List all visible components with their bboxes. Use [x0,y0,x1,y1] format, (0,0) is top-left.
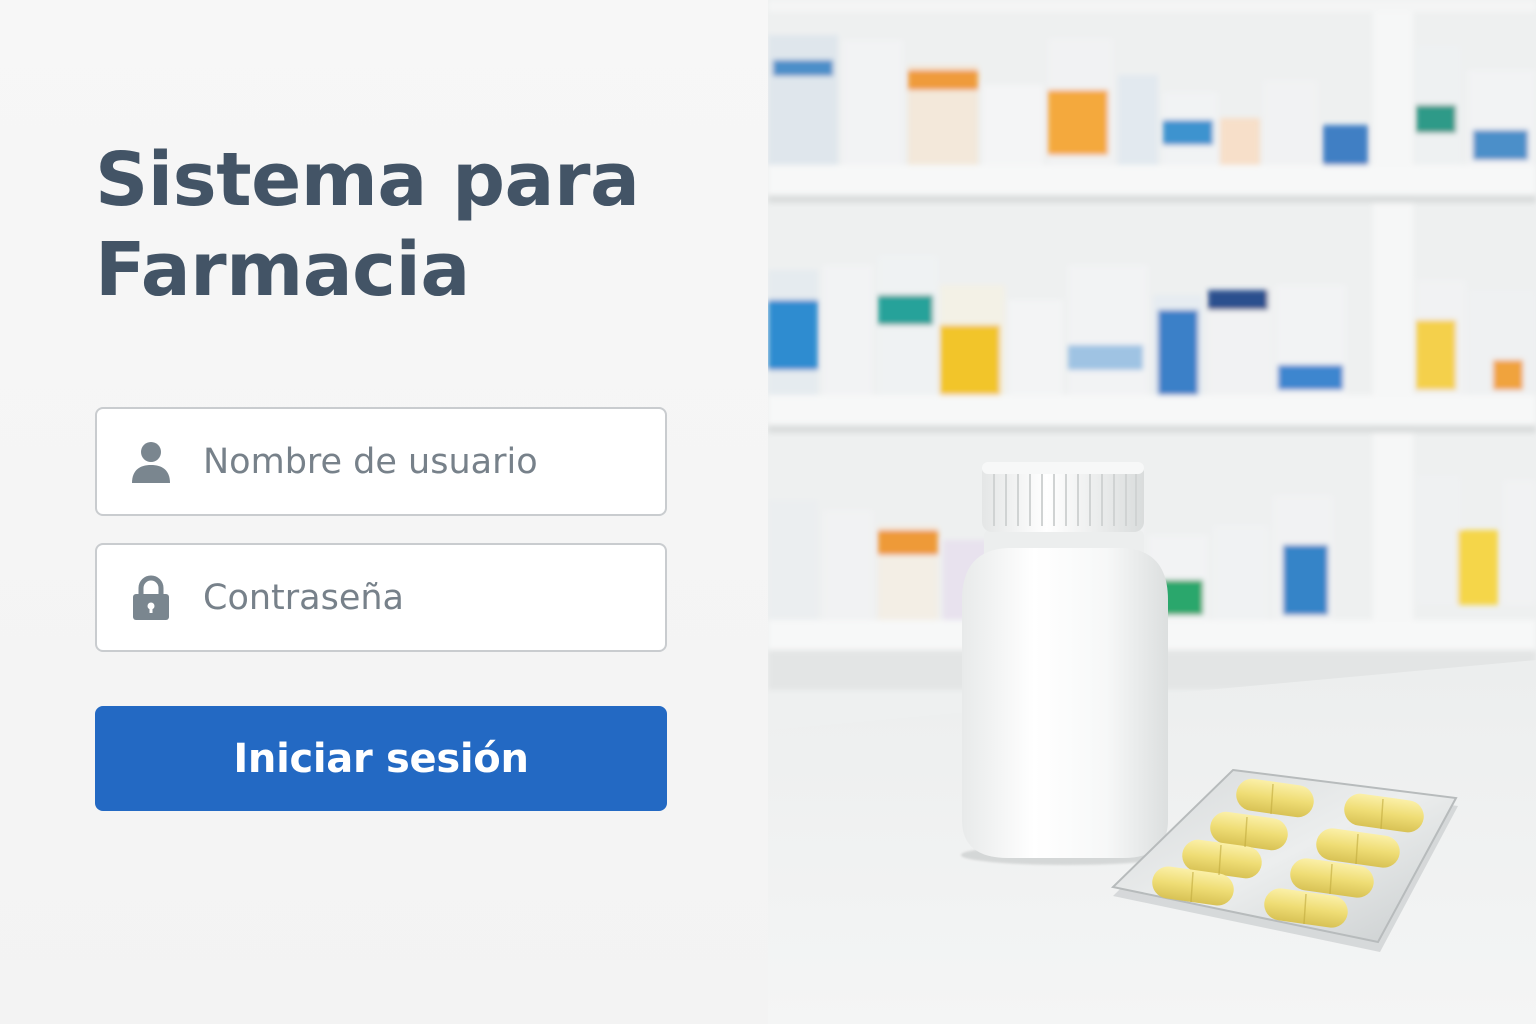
page-title: Sistema para Farmacia [95,137,640,313]
password-input[interactable] [203,545,665,650]
username-input[interactable] [203,409,665,514]
login-button[interactable]: Iniciar sesión [95,706,667,811]
username-field[interactable] [95,407,667,516]
lock-icon [131,575,171,620]
pharmacy-photo [768,0,1536,1024]
login-panel: Sistema para Farmacia Iniciar sesión [0,0,768,1024]
user-icon [131,440,171,484]
pharmacy-scene-illustration [768,0,1536,1024]
pill-bottle [962,462,1168,858]
password-field[interactable] [95,543,667,652]
